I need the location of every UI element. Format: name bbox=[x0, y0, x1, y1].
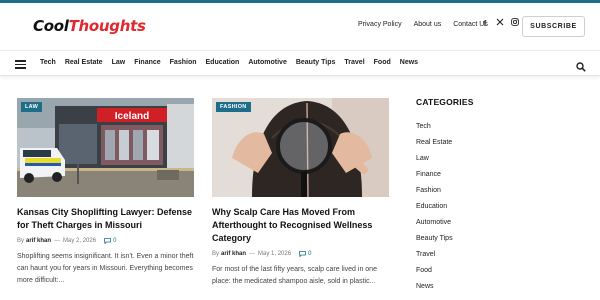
article-title[interactable]: Why Scalp Care Has Moved From Afterthoug… bbox=[212, 206, 389, 245]
article-excerpt: For most of the last fifty years, scalp … bbox=[212, 266, 377, 285]
post-date: May 2, 2026 bbox=[63, 238, 97, 244]
category-link-fashion[interactable]: Fashion bbox=[416, 187, 586, 203]
category-link-education[interactable]: Education bbox=[416, 203, 586, 219]
author-link[interactable]: arif khan bbox=[221, 251, 246, 257]
category-link-real-estate[interactable]: Real Estate bbox=[416, 139, 586, 155]
comments-link[interactable]: 0 bbox=[299, 251, 311, 257]
nav-item-beauty-tips[interactable]: Beauty Tips bbox=[296, 59, 336, 66]
social-links: f bbox=[481, 18, 519, 28]
article-meta: By arif khan — May 1, 2026 0 bbox=[212, 251, 389, 257]
author-link[interactable]: arif khan bbox=[26, 238, 51, 244]
categories-sidebar: CATEGORIES Tech Real Estate Law Finance … bbox=[416, 97, 586, 299]
byline-label: By bbox=[17, 238, 25, 244]
category-link-tech[interactable]: Tech bbox=[416, 123, 586, 139]
article-thumbnail-scalp[interactable]: FASHION bbox=[212, 98, 389, 197]
category-link-finance[interactable]: Finance bbox=[416, 171, 586, 187]
site-logo[interactable]: CoolThoughts bbox=[33, 17, 146, 35]
article-meta: By arif khan — May 2, 2026 0 bbox=[17, 238, 194, 244]
nav-item-tech[interactable]: Tech bbox=[40, 59, 56, 66]
nav-items: Tech Real Estate Law Finance Fashion Edu… bbox=[40, 59, 418, 66]
nav-item-travel[interactable]: Travel bbox=[344, 59, 364, 66]
nav-item-food[interactable]: Food bbox=[374, 59, 391, 66]
category-link-automotive[interactable]: Automotive bbox=[416, 219, 586, 235]
about-us-link[interactable]: About us bbox=[414, 21, 442, 28]
search-icon[interactable] bbox=[576, 59, 586, 72]
nav-item-real-estate[interactable]: Real Estate bbox=[65, 59, 103, 66]
category-badge[interactable]: LAW bbox=[21, 102, 43, 112]
comment-count: 0 bbox=[308, 251, 312, 257]
category-link-beauty-tips[interactable]: Beauty Tips bbox=[416, 235, 586, 251]
instagram-icon[interactable] bbox=[511, 18, 519, 28]
menu-hamburger-icon[interactable] bbox=[15, 60, 26, 69]
subscribe-button[interactable]: SUBSCRIBE bbox=[522, 16, 585, 37]
byline-label: By bbox=[212, 251, 220, 257]
article-card: Iceland LAW Kansas City Shoplifting Lawy… bbox=[17, 98, 194, 287]
nav-item-fashion[interactable]: Fashion bbox=[170, 59, 197, 66]
facebook-icon[interactable]: f bbox=[481, 19, 489, 28]
comments-link[interactable]: 0 bbox=[104, 238, 116, 244]
top-links: Privacy Policy About us Contact Us bbox=[358, 21, 488, 28]
comment-icon bbox=[299, 251, 306, 257]
meta-separator: — bbox=[54, 238, 61, 244]
x-twitter-icon[interactable] bbox=[496, 18, 504, 28]
site-header: CoolThoughts Privacy Policy About us Con… bbox=[0, 3, 600, 49]
comment-count: 0 bbox=[113, 238, 117, 244]
article-excerpt: Shoplifting seems insignificant. It isn'… bbox=[17, 253, 194, 284]
category-link-news[interactable]: News bbox=[416, 283, 586, 299]
category-link-law[interactable]: Law bbox=[416, 155, 586, 171]
main-nav: Tech Real Estate Law Finance Fashion Edu… bbox=[0, 50, 600, 76]
privacy-policy-link[interactable]: Privacy Policy bbox=[358, 21, 402, 28]
comment-icon bbox=[104, 238, 111, 244]
category-link-travel[interactable]: Travel bbox=[416, 251, 586, 267]
logo-part-cool: Cool bbox=[33, 17, 69, 35]
store-sign-text: Iceland bbox=[115, 111, 149, 122]
meta-separator: — bbox=[249, 251, 256, 257]
nav-item-finance[interactable]: Finance bbox=[134, 59, 160, 66]
nav-item-education[interactable]: Education bbox=[206, 59, 240, 66]
post-date: May 1, 2026 bbox=[258, 251, 292, 257]
article-thumbnail-store[interactable]: Iceland LAW bbox=[17, 98, 194, 197]
category-list: Tech Real Estate Law Finance Fashion Edu… bbox=[416, 123, 586, 299]
article-title[interactable]: Kansas City Shoplifting Lawyer: Defense … bbox=[17, 206, 194, 232]
sidebar-title: CATEGORIES bbox=[416, 97, 474, 107]
category-badge[interactable]: FASHION bbox=[216, 102, 251, 112]
category-link-food[interactable]: Food bbox=[416, 267, 586, 283]
nav-item-news[interactable]: News bbox=[400, 59, 418, 66]
logo-part-thoughts: Thoughts bbox=[68, 17, 146, 35]
nav-item-automotive[interactable]: Automotive bbox=[248, 59, 287, 66]
article-card: FASHION Why Scalp Care Has Moved From Af… bbox=[212, 98, 389, 288]
nav-item-law[interactable]: Law bbox=[112, 59, 126, 66]
